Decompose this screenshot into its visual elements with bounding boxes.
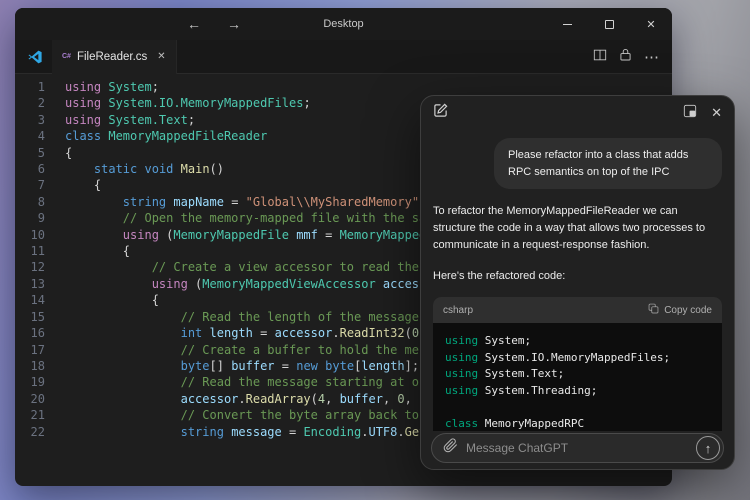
line-number: 20 bbox=[30, 391, 45, 406]
chat-input-row: ↑ bbox=[421, 431, 734, 469]
line-number: 19 bbox=[30, 375, 45, 390]
code-block-header: csharp Copy code bbox=[433, 297, 722, 324]
lock-icon[interactable] bbox=[620, 48, 631, 66]
line-number: 9 bbox=[37, 211, 45, 226]
line-number: 15 bbox=[30, 309, 45, 324]
minimize-icon bbox=[562, 23, 572, 25]
line-number: 1 bbox=[37, 80, 45, 94]
line-number: 21 bbox=[30, 408, 45, 423]
tab-label: FileReader.cs bbox=[76, 50, 148, 63]
chat-header: ✕ bbox=[421, 96, 734, 130]
chat-close-icon[interactable]: ✕ bbox=[711, 105, 722, 121]
chat-code-line bbox=[445, 399, 710, 416]
line-number: 13 bbox=[30, 276, 45, 291]
chat-input-pill[interactable]: ↑ bbox=[431, 433, 724, 463]
chat-code-line: using System; bbox=[445, 334, 532, 348]
more-actions-icon[interactable]: ⋯ bbox=[644, 50, 659, 65]
window-title: Desktop bbox=[323, 18, 364, 30]
vscode-logo-icon bbox=[27, 49, 43, 65]
chat-message-input[interactable] bbox=[466, 441, 696, 455]
tab-filereader[interactable]: C# FileReader.cs ✕ bbox=[52, 39, 177, 74]
send-arrow-icon: ↑ bbox=[704, 440, 712, 456]
close-button[interactable]: ✕ bbox=[630, 8, 672, 40]
code-language-label: csharp bbox=[443, 304, 474, 316]
copy-code-button[interactable]: Copy code bbox=[648, 303, 712, 317]
chat-code-block: csharp Copy code using System; using Syst… bbox=[433, 297, 722, 431]
chat-code-line: using System.Text; bbox=[445, 367, 565, 381]
chat-code-line: class MemoryMappedRPC bbox=[445, 416, 585, 430]
chat-code: using System; using System.IO.MemoryMappe… bbox=[433, 323, 722, 431]
line-number: 10 bbox=[30, 227, 45, 242]
tab-close-icon[interactable]: ✕ bbox=[157, 51, 165, 62]
line-number: 12 bbox=[30, 260, 45, 275]
line-number: 8 bbox=[37, 194, 45, 209]
line-number: 22 bbox=[30, 424, 45, 439]
chat-messages: Please refactor into a class that adds R… bbox=[421, 130, 734, 431]
csharp-file-icon: C# bbox=[62, 53, 71, 60]
chatgpt-panel: ✕ Please refactor into a class that adds… bbox=[420, 95, 735, 470]
user-message-bubble: Please refactor into a class that adds R… bbox=[494, 138, 722, 189]
chat-code-line: using System.Threading; bbox=[445, 383, 598, 397]
forward-icon[interactable]: → bbox=[227, 8, 241, 40]
assistant-message: To refactor the MemoryMappedFileReader w… bbox=[433, 205, 706, 252]
chat-code-line: using System.IO.MemoryMappedFiles; bbox=[445, 350, 671, 364]
maximize-button[interactable] bbox=[588, 8, 630, 40]
line-number: 3 bbox=[37, 112, 45, 127]
attach-paperclip-icon[interactable] bbox=[443, 438, 458, 458]
line-number: 2 bbox=[37, 96, 45, 111]
split-editor-icon[interactable] bbox=[593, 48, 607, 67]
line-number: 14 bbox=[30, 293, 45, 308]
line-number: 16 bbox=[30, 326, 45, 341]
popout-icon[interactable] bbox=[683, 104, 697, 123]
line-number: 11 bbox=[30, 244, 45, 259]
copy-icon bbox=[648, 303, 659, 317]
line-number: 5 bbox=[37, 145, 45, 160]
minimize-button[interactable] bbox=[546, 8, 588, 40]
desktop-background: ← → Desktop ✕ C# FileReader.cs ✕ ⋯ 1 usi… bbox=[0, 0, 750, 500]
editor-tab-bar: C# FileReader.cs ✕ ⋯ bbox=[15, 39, 672, 74]
window-titlebar: ← → Desktop ✕ bbox=[15, 8, 672, 40]
line-number: 7 bbox=[37, 178, 45, 193]
maximize-icon bbox=[604, 19, 614, 29]
back-icon[interactable]: ← bbox=[187, 8, 201, 40]
line-number: 6 bbox=[37, 162, 45, 177]
editor-code-line: 1 using System; bbox=[15, 79, 672, 95]
send-button[interactable]: ↑ bbox=[696, 436, 720, 460]
window-controls: ✕ bbox=[546, 8, 672, 40]
copy-code-label: Copy code bbox=[664, 304, 712, 316]
compose-icon[interactable] bbox=[433, 103, 448, 123]
line-number: 18 bbox=[30, 358, 45, 373]
line-number: 17 bbox=[30, 342, 45, 357]
assistant-code-lead: Here's the refactored code: bbox=[433, 270, 566, 283]
line-number: 4 bbox=[37, 129, 45, 144]
